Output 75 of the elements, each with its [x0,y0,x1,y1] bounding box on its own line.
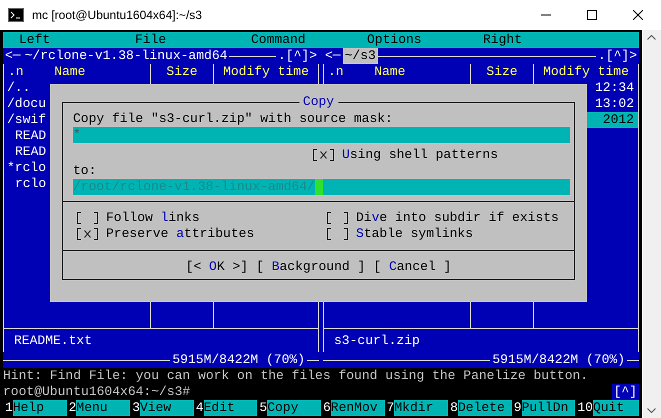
terminal-icon [8,7,24,23]
scroll-up-icon[interactable] [647,34,656,40]
sort-indicator[interactable]: .n [328,64,344,80]
selected-file-name: s3-curl.zip [334,332,420,348]
function-key-number: 6 [322,400,331,416]
menu-item[interactable]: Command [251,32,367,48]
checkbox-label: Dive into subdir if exists [356,210,559,226]
file-name[interactable]: READ [4,128,46,144]
folder-name[interactable]: /docu [4,96,46,112]
function-key-number: 7 [386,400,394,416]
menu-item[interactable]: Right [483,32,599,48]
column-header[interactable]: Modify time [543,64,629,80]
function-key-number: 1 [4,400,13,416]
function-key-number: 4 [194,400,204,416]
dialog-button[interactable]: [ Background ] [256,259,366,275]
function-key-number: 8 [449,400,458,416]
checkbox[interactable] [327,228,348,240]
close-icon[interactable] [633,10,643,20]
hint-text: Hint: Find File: you can work on the files found using the Panelize button. [3,368,590,384]
column-header[interactable]: Modify time [223,64,309,80]
column-header[interactable]: Size [166,64,198,80]
dialog-button[interactable]: [< OK >] [186,259,248,275]
target-label: to: [73,163,98,179]
checkbox[interactable] [77,228,98,240]
checkbox-label: Preserve attributes [106,226,254,242]
column-header[interactable]: Name [374,64,406,80]
dialog-title: Copy [298,94,338,110]
function-key-number: 10 [576,400,593,416]
column-header[interactable]: Name [54,64,86,80]
file-name[interactable]: *rclo [4,160,46,176]
function-key-button[interactable]: Help [12,400,67,416]
folder-name[interactable]: /swif [4,112,46,128]
panel-frame-mark: <─ [4,48,22,64]
function-key-number: 2 [68,400,76,416]
function-key-button[interactable]: Quit [592,400,639,416]
menu-item[interactable]: Left [19,32,135,48]
disk-usage: 5915M/8422M (70%) [491,352,626,368]
panel-history-mark[interactable]: .[^]> [276,48,319,64]
history-mark[interactable]: [^] [612,384,639,400]
shell-prompt: root@Ubuntu1604x64:~/s3# [3,384,190,400]
folder-name[interactable]: /.. [4,80,30,96]
checkbox[interactable] [77,212,98,224]
file-name[interactable]: rclo [4,176,46,192]
disk-usage: 5915M/8422M (70%) [171,352,306,368]
maximize-icon[interactable] [587,10,597,20]
sort-indicator[interactable]: .n [8,64,24,80]
function-key-button[interactable]: PullDn [522,400,576,416]
dialog-button[interactable]: [ Cancel ] [373,259,452,275]
checkbox-label: Stable symlinks [356,226,474,242]
function-key-number: 5 [258,400,268,416]
function-key-button[interactable]: Delete [458,400,512,416]
function-key-button[interactable]: Mkdir [394,400,448,416]
checkbox[interactable] [313,149,334,161]
function-key-number: 3 [131,400,140,416]
panel-history-mark[interactable]: .[^]> [596,48,639,64]
file-name[interactable]: READ [4,144,46,160]
window-title: mc [root@Ubuntu1604x64]:~/s3 [32,8,203,22]
function-key-button[interactable]: View [140,400,194,416]
scroll-down-icon[interactable] [647,408,656,414]
panel-path[interactable]: ~/rclone-v1.38-linux-amd64 [22,48,230,64]
panel-frame-mark: <─ [324,48,342,64]
menu-item[interactable]: File [135,32,251,48]
menu-item[interactable]: Options [367,32,483,48]
checkbox[interactable] [327,212,348,224]
function-key-button[interactable]: Copy [267,400,321,416]
column-header[interactable]: Size [486,64,518,80]
checkbox-label: Using shell patterns [342,147,498,163]
function-key-button[interactable]: Edit [204,400,258,416]
function-key-button[interactable]: Menu [76,400,130,416]
checkbox-label: Follow links [106,210,200,226]
function-key-number: 9 [512,400,522,416]
panel-path[interactable]: ~/s3 [342,48,378,64]
selected-file-name: README.txt [14,332,92,348]
function-key-button[interactable]: RenMov [330,400,385,416]
source-label: Copy file "s3-curl.zip" with source mask: [73,111,394,127]
